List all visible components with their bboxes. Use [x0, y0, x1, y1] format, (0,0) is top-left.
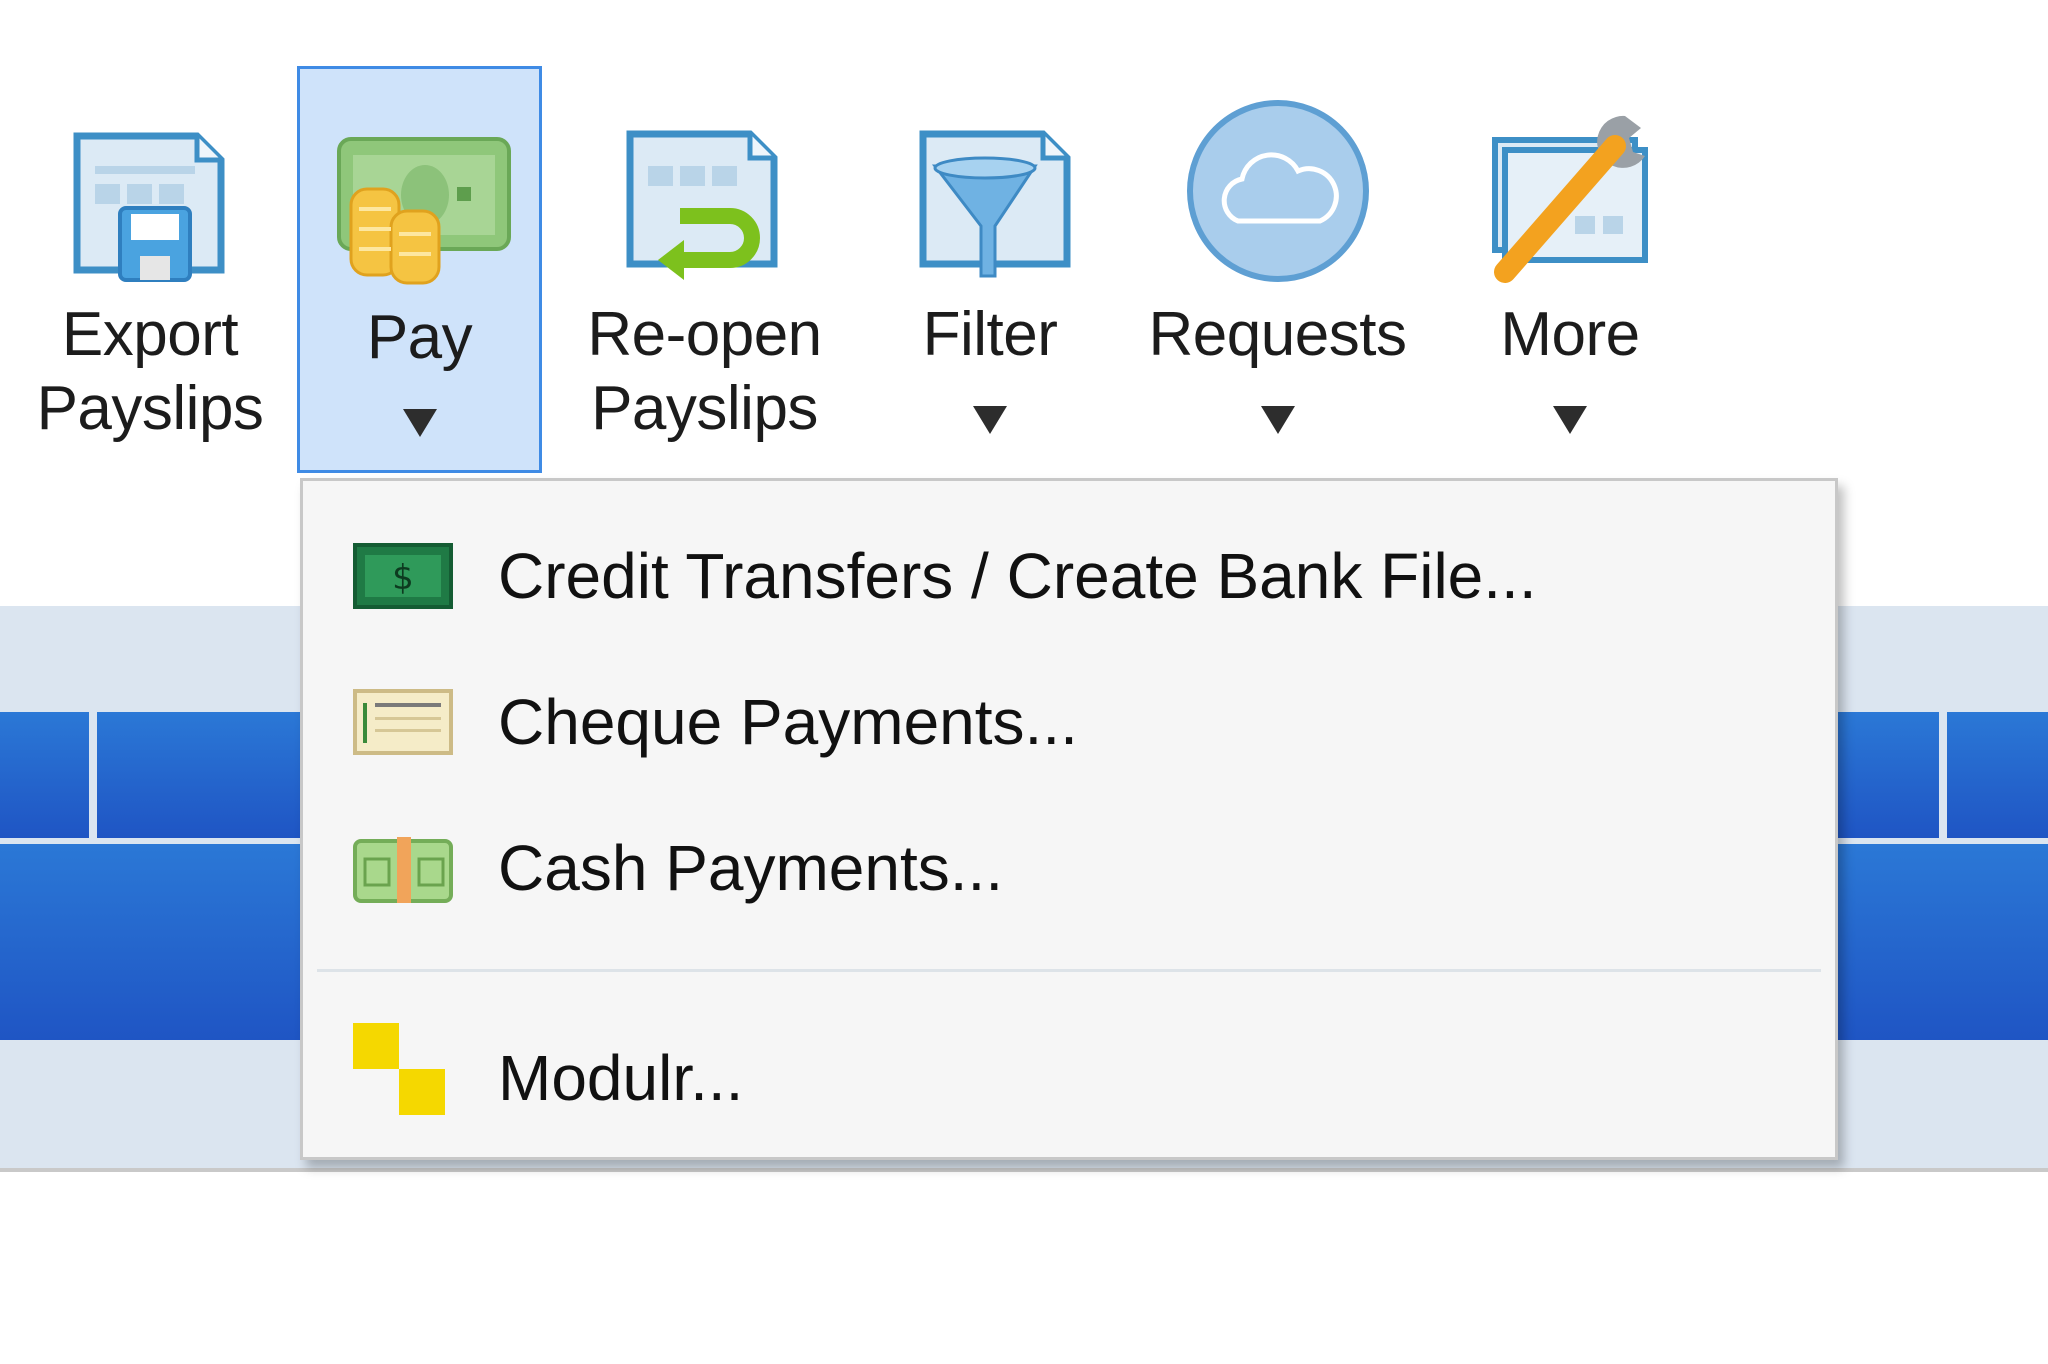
cheque-icon [353, 689, 453, 755]
cloud-requests-icon [1186, 100, 1369, 282]
header-cell [1947, 712, 2048, 838]
dropdown-arrow-icon [1260, 406, 1295, 434]
more-label: More [1500, 300, 1640, 369]
pay-label: Pay [366, 303, 473, 372]
cash-bundle-icon [353, 837, 453, 903]
filter-label: Filter [922, 300, 1058, 369]
dropdown-arrow-icon [1553, 406, 1587, 434]
filter-funnel-icon [919, 130, 1071, 278]
more-button[interactable]: More [1450, 66, 1690, 473]
requests-button[interactable]: Requests [1140, 66, 1415, 473]
modulr-logo-icon [353, 1023, 445, 1115]
reopen-payslips-icon [626, 130, 777, 280]
bank-note-icon: $ [353, 543, 453, 609]
header-cell [0, 712, 89, 838]
filter-button[interactable]: Filter [870, 66, 1110, 473]
menu-item-cheque-payments[interactable]: Cheque Payments... [303, 661, 1835, 791]
menu-item-credit-transfers[interactable]: $ Credit Transfers / Create Bank File... [303, 513, 1835, 643]
pay-button[interactable]: Pay [297, 66, 542, 473]
export-payslips-button[interactable]: Export Payslips [30, 66, 270, 473]
menu-item-cash-payments[interactable]: Cash Payments... [303, 809, 1835, 939]
menu-item-label: Modulr... [498, 1042, 744, 1114]
pay-money-icon [336, 137, 511, 285]
dropdown-arrow-icon [973, 406, 1007, 434]
menu-item-label: Cash Payments... [498, 832, 1004, 904]
reopen-payslips-button[interactable]: Re-open Payslips [572, 66, 837, 473]
reopen-payslips-label: Re-open Payslips [587, 300, 822, 443]
menu-item-label: Cheque Payments... [498, 686, 1078, 758]
pay-dropdown-menu: $ Credit Transfers / Create Bank File...… [300, 478, 1838, 1160]
menu-separator [317, 969, 1821, 972]
svg-text:$: $ [392, 558, 414, 598]
export-payslips-label: Export Payslips [36, 300, 264, 443]
export-payslips-icon [73, 132, 225, 282]
requests-label: Requests [1148, 300, 1407, 369]
dropdown-arrow-icon [402, 409, 437, 437]
menu-item-label: Credit Transfers / Create Bank File... [498, 540, 1537, 612]
wrench-tools-icon [1492, 115, 1648, 283]
menu-item-modulr[interactable]: Modulr... [303, 1015, 1835, 1145]
